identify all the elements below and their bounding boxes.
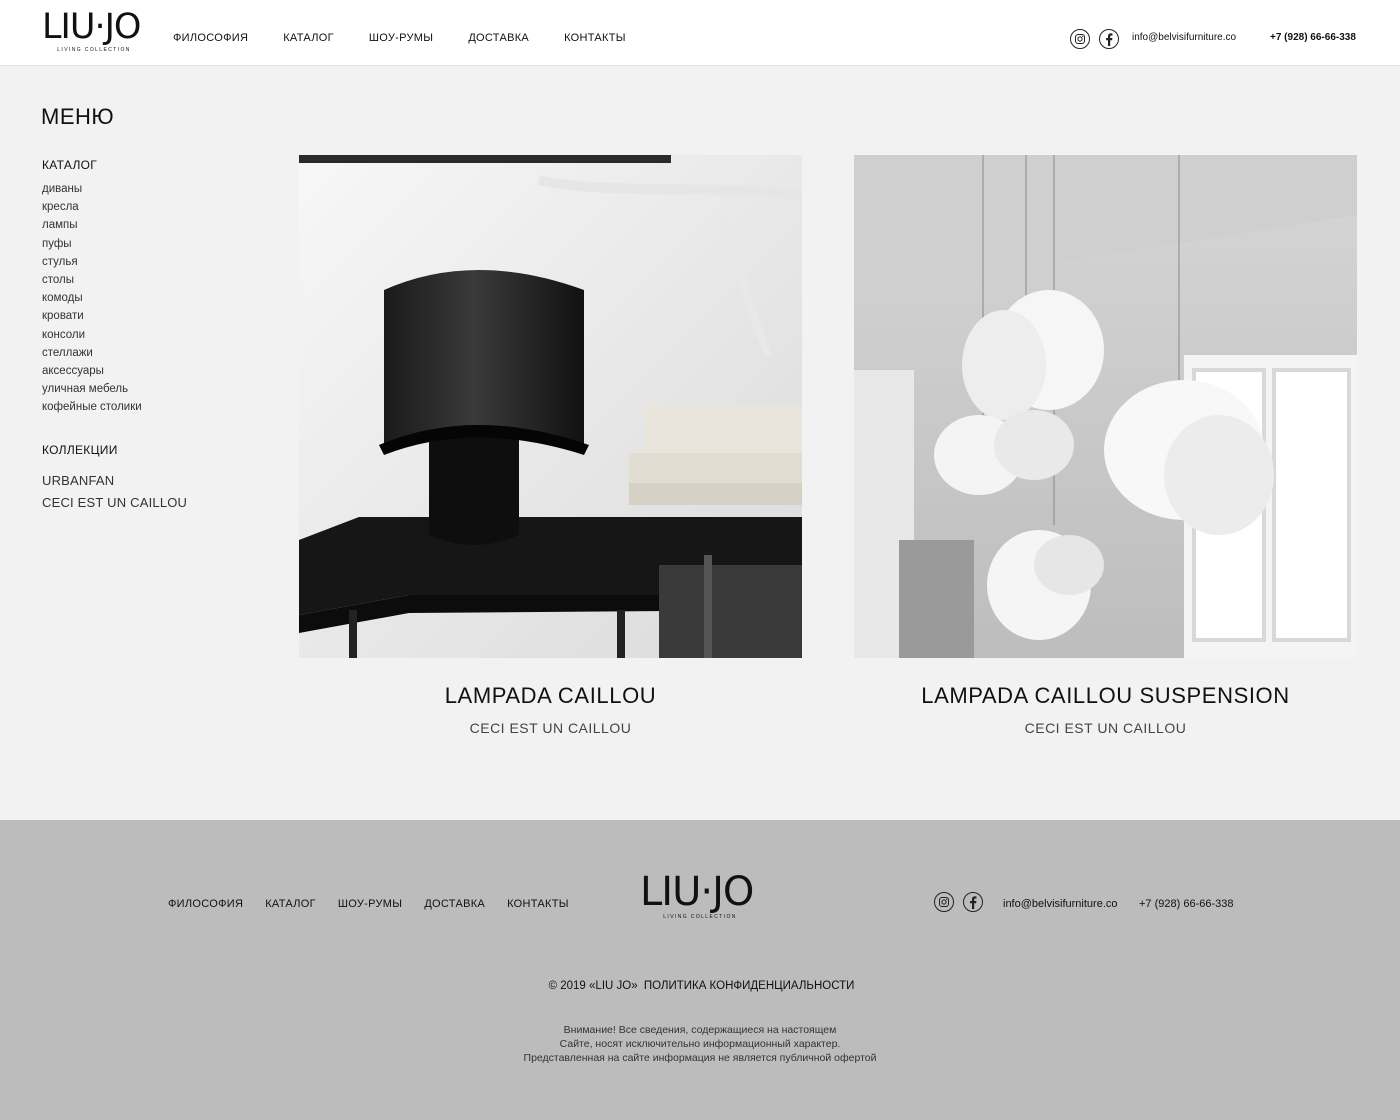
brand-logo-tagline: LIVING COLLECTION [57, 47, 131, 53]
footer-nav-catalog[interactable]: КАТАЛОГ [265, 898, 316, 910]
footer-facebook-icon[interactable] [963, 892, 983, 912]
sidebar-item-coffee-tables[interactable]: кофейные столики [42, 401, 142, 413]
instagram-icon[interactable] [1070, 29, 1090, 49]
sidebar-item-shelves[interactable]: стеллажи [42, 347, 93, 359]
sidebar-item-beds[interactable]: кровати [42, 310, 84, 322]
footer-logo-text: LIU·JO [640, 869, 754, 915]
footer-email-link[interactable]: info@belvisifurniture.co [1003, 898, 1118, 910]
sidebar-item-consoles[interactable]: консоли [42, 329, 85, 341]
footer-brand-logo[interactable]: LIU·JO LIVING COLLECTION [640, 872, 760, 920]
footer-nav-delivery[interactable]: ДОСТАВКА [424, 898, 485, 910]
sidebar-collections-heading[interactable]: КОЛЛЕКЦИИ [42, 443, 118, 457]
copyright-text: © 2019 «LIU JO» [548, 980, 638, 992]
nav-link-catalog[interactable]: КАТАЛОГ [283, 31, 334, 45]
sidebar-item-sofas[interactable]: диваны [42, 183, 82, 195]
nav-link-philosophy[interactable]: ФИЛОСОФИЯ [173, 31, 248, 45]
product-image-lampada-caillou-suspension[interactable] [854, 155, 1357, 658]
footer-nav: ФИЛОСОФИЯ КАТАЛОГ ШОУ-РУМЫ ДОСТАВКА КОНТ… [168, 898, 591, 910]
sidebar-item-accessories[interactable]: аксессуары [42, 365, 104, 377]
sidebar-catalog-heading[interactable]: КАТАЛОГ [42, 158, 97, 172]
sidebar-item-dressers[interactable]: комоды [42, 292, 83, 304]
product-title-lampada-caillou[interactable]: LAMPADA CAILLOU [299, 683, 802, 709]
brand-logo[interactable]: LIU·JO LIVING COLLECTION [42, 7, 146, 54]
footer-instagram-icon[interactable] [934, 892, 954, 912]
sidebar-item-ceci-est-un-caillou[interactable]: CECI EST UN CAILLOU [42, 495, 187, 510]
site-header: LIU·JO LIVING COLLECTION ФИЛОСОФИЯ КАТАЛ… [0, 0, 1400, 66]
product-image-lampada-caillou[interactable] [299, 155, 802, 658]
facebook-icon[interactable] [1099, 29, 1119, 49]
footer-nav-showrooms[interactable]: ШОУ-РУМЫ [338, 898, 402, 910]
product-title-lampada-caillou-suspension[interactable]: LAMPADA CAILLOU SUSPENSION [854, 683, 1357, 709]
sidebar-item-tables[interactable]: столы [42, 274, 74, 286]
sidebar-item-outdoor[interactable]: уличная мебель [42, 383, 128, 395]
footer-phone-link[interactable]: +7 (928) 66-66-338 [1139, 898, 1233, 910]
disclaimer-line: Сайте, носят исключительно информационны… [559, 1038, 841, 1050]
brand-logo-text: LIU·JO [42, 7, 141, 47]
header-phone-link[interactable]: +7 (928) 66-66-338 [1270, 32, 1356, 43]
sidebar-item-poufs[interactable]: пуфы [42, 238, 72, 250]
product-collection-lampada-caillou-suspension: CECI EST UN CAILLOU [1024, 720, 1187, 736]
sidebar-catalog-list: диваны кресла лампы пуфы стулья столы ко… [42, 180, 142, 417]
disclaimer-line: Внимание! Все сведения, содержащиеся на … [563, 1024, 837, 1036]
site-footer: ФИЛОСОФИЯ КАТАЛОГ ШОУ-РУМЫ ДОСТАВКА КОНТ… [0, 820, 1400, 1120]
top-nav: ФИЛОСОФИЯ КАТАЛОГ ШОУ-РУМЫ ДОСТАВКА КОНТ… [173, 31, 661, 45]
nav-link-showrooms[interactable]: ШОУ-РУМЫ [369, 31, 433, 45]
footer-nav-contacts[interactable]: КОНТАКТЫ [507, 898, 569, 910]
nav-link-contacts[interactable]: КОНТАКТЫ [564, 31, 626, 45]
sidebar-item-armchairs[interactable]: кресла [42, 201, 79, 213]
footer-disclaimer: Внимание! Все сведения, содержащиеся на … [0, 1023, 1400, 1065]
product-collection-lampada-caillou: CECI EST UN CAILLOU [469, 720, 632, 736]
privacy-policy-link[interactable]: ПОЛИТИКА КОНФИДЕНЦИАЛЬНОСТИ [644, 980, 855, 992]
sidebar-title: МЕНЮ [41, 104, 115, 129]
footer-copyright-line: © 2019 «LIU JO» ПОЛИТИКА КОНФИДЕНЦИАЛЬНО… [0, 980, 1400, 992]
sidebar-item-urbanfan[interactable]: URBANFAN [42, 473, 114, 488]
sidebar-item-lamps[interactable]: лампы [42, 219, 78, 231]
nav-link-delivery[interactable]: ДОСТАВКА [468, 31, 529, 45]
footer-nav-philosophy[interactable]: ФИЛОСОФИЯ [168, 898, 243, 910]
header-email-link[interactable]: info@belvisifurniture.co [1132, 32, 1236, 43]
sidebar-item-chairs[interactable]: стулья [42, 256, 78, 268]
sidebar-collections-list: URBANFAN CECI EST UN CAILLOU [42, 470, 187, 514]
disclaimer-line: Представленная на сайте информация не яв… [523, 1052, 877, 1064]
